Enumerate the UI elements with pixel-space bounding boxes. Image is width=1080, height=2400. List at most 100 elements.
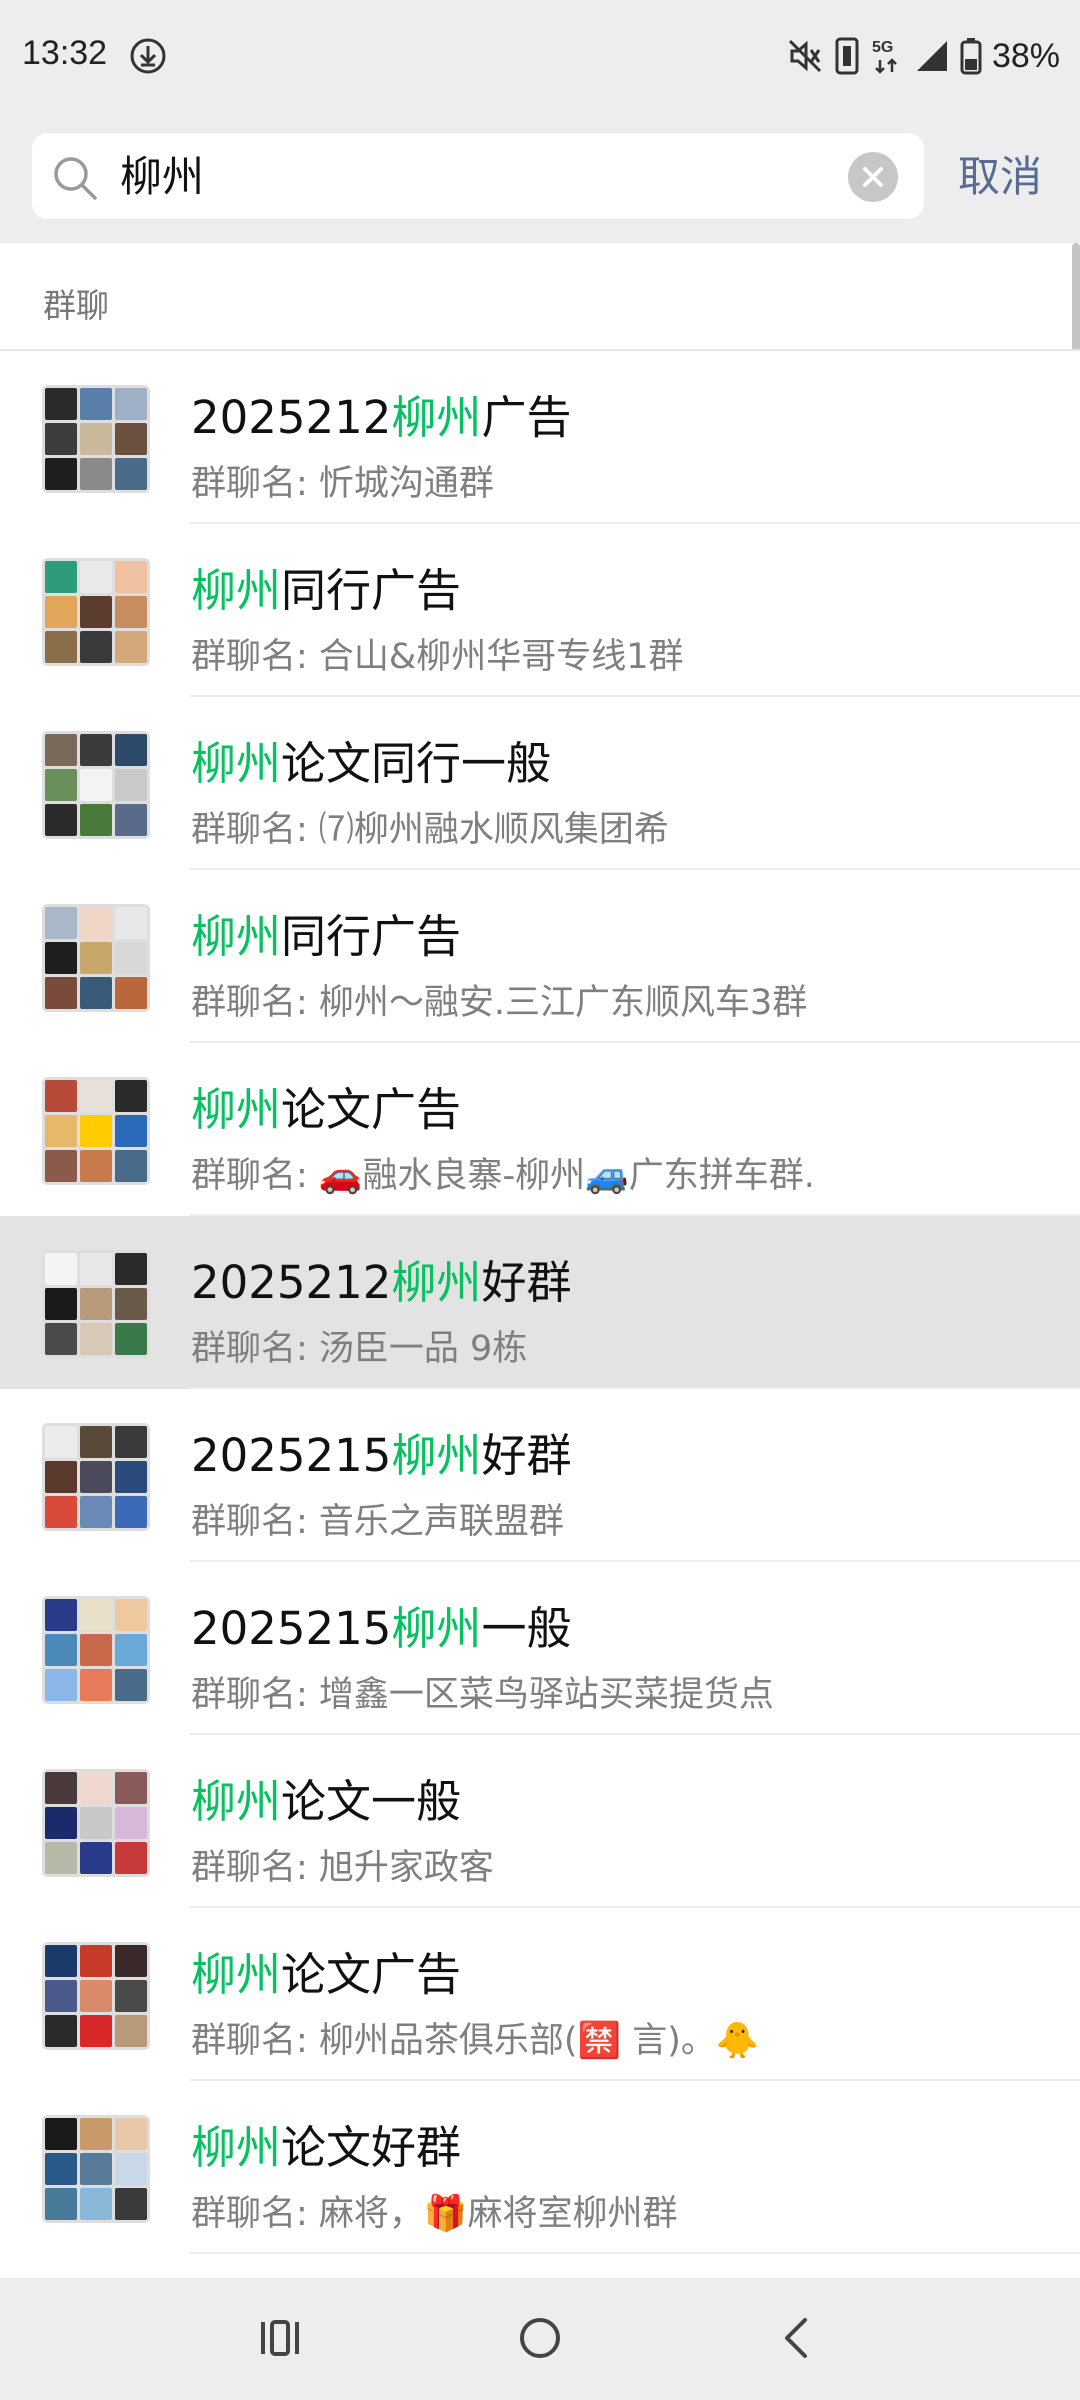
battery-percent: 38% bbox=[991, 36, 1060, 75]
title-text: 论文同行一般 bbox=[281, 737, 552, 790]
avatar-tile bbox=[80, 907, 112, 939]
avatar-tile bbox=[115, 1426, 147, 1458]
avatar-tile bbox=[45, 596, 77, 628]
group-subtitle: 群聊名: ⑺柳州融水顺风集团希 bbox=[191, 810, 669, 850]
avatar-tile bbox=[115, 1945, 147, 1977]
recents-button[interactable] bbox=[240, 2308, 320, 2368]
avatar-tile bbox=[45, 1842, 77, 1874]
group-row[interactable]: 柳州同行广告 群聊名: 柳州～融安.三江广东顺风车3群 bbox=[0, 870, 1080, 1043]
avatar-tile bbox=[115, 388, 147, 420]
keyword-highlight: 柳州 bbox=[191, 1083, 282, 1136]
keyword-highlight: 柳州 bbox=[191, 1948, 282, 2001]
keyword-highlight: 柳州 bbox=[391, 1256, 482, 1309]
download-icon bbox=[130, 38, 166, 74]
avatar-tile bbox=[115, 1634, 147, 1666]
avatar-tile bbox=[45, 1634, 77, 1666]
avatar-tile bbox=[45, 734, 77, 766]
avatar-tile bbox=[45, 423, 77, 455]
group-row[interactable]: 柳州同行广告群聊名: 合山&柳州华哥专线1群 bbox=[0, 524, 1080, 697]
group-subtitle: 群聊名: 增鑫一区菜鸟驿站买菜提货点 bbox=[191, 1675, 774, 1715]
avatar-tile bbox=[115, 1150, 147, 1182]
avatar-tile bbox=[115, 2188, 147, 2220]
title-text: 同行广告 bbox=[281, 910, 462, 963]
avatar-tile bbox=[80, 734, 112, 766]
avatar-tile bbox=[115, 1496, 147, 1528]
row-divider bbox=[190, 2252, 1080, 2254]
keyword-highlight: 柳州 bbox=[391, 1602, 482, 1655]
avatar-tile bbox=[45, 977, 77, 1009]
group-title: 柳州论文广告 bbox=[191, 1073, 461, 1138]
back-button[interactable] bbox=[756, 2308, 836, 2368]
group-subtitle: 群聊名: 柳州品茶俱乐部(🈲 言)。🐥 bbox=[191, 2021, 760, 2061]
group-avatar bbox=[42, 1596, 150, 1704]
avatar-tile bbox=[45, 1253, 77, 1285]
group-title: 柳州同行广告 bbox=[191, 900, 461, 965]
group-avatar bbox=[42, 385, 150, 493]
avatar-tile bbox=[80, 1599, 112, 1631]
avatar-tile bbox=[80, 942, 112, 974]
keyword-highlight: 柳州 bbox=[391, 391, 482, 444]
group-subtitle: 群聊名: 合山&柳州华哥专线1群 bbox=[191, 637, 684, 677]
group-title: 2025212柳州好群 bbox=[191, 1246, 571, 1311]
avatar-tile bbox=[115, 734, 147, 766]
search-box[interactable] bbox=[32, 133, 924, 221]
group-row[interactable]: 柳州论文广告 群聊名: 柳州品茶俱乐部(🈲 言)。🐥 bbox=[0, 1908, 1080, 2081]
avatar-tile bbox=[45, 458, 77, 490]
avatar-tile bbox=[115, 1080, 147, 1112]
group-avatar bbox=[42, 558, 150, 666]
group-avatar bbox=[42, 1942, 150, 2050]
avatar-tile bbox=[115, 1807, 147, 1839]
avatar-tile bbox=[80, 1980, 112, 2012]
group-subtitle: 群聊名: 汤臣一品 9栋 bbox=[191, 1329, 528, 1369]
avatar-tile bbox=[80, 1150, 112, 1182]
group-row[interactable]: 2025215柳州好群 群聊名: 音乐之声联盟群 bbox=[0, 1389, 1080, 1562]
group-row[interactable]: 柳州论文同行一般群聊名: ⑺柳州融水顺风集团希 bbox=[0, 697, 1080, 870]
group-title: 2025212柳州广告 bbox=[191, 381, 571, 446]
avatar-tile bbox=[80, 561, 112, 593]
avatar-tile bbox=[45, 1772, 77, 1804]
avatar-tile bbox=[115, 1980, 147, 2012]
avatar-tile bbox=[45, 1150, 77, 1182]
avatar-tile bbox=[80, 423, 112, 455]
group-row[interactable]: 柳州论文广告 群聊名: 🚗融水良寨-柳州🚙广东拼车群. bbox=[0, 1043, 1080, 1216]
avatar-tile bbox=[115, 596, 147, 628]
group-row[interactable]: 柳州论文一般 群聊名: 旭升家政客 bbox=[0, 1735, 1080, 1908]
avatar-tile bbox=[80, 769, 112, 801]
avatar-tile bbox=[45, 2188, 77, 2220]
avatar-tile bbox=[45, 631, 77, 663]
group-subtitle: 群聊名: 旭升家政客 bbox=[191, 1848, 494, 1888]
keyword-highlight: 柳州 bbox=[191, 1775, 282, 1828]
group-row[interactable]: 2025212柳州好群群聊名: 汤臣一品 9栋 bbox=[0, 1216, 1080, 1389]
clear-search-button[interactable] bbox=[848, 152, 898, 202]
avatar-tile bbox=[45, 1945, 77, 1977]
group-title: 柳州论文同行一般 bbox=[191, 727, 551, 792]
avatar-tile bbox=[80, 1080, 112, 1112]
cancel-button[interactable]: 取消 bbox=[958, 143, 1042, 204]
avatar-tile bbox=[115, 1115, 147, 1147]
avatar-tile bbox=[45, 1288, 77, 1320]
search-input[interactable] bbox=[118, 133, 842, 221]
group-subtitle: 群聊名: 忻城沟通群 bbox=[191, 464, 494, 504]
search-results[interactable]: 群聊 2025212柳州广告 群聊名: 忻城沟通群 柳州同行广告 群聊名: 合山&柳州… bbox=[0, 243, 1080, 2278]
title-text: 2025215 bbox=[191, 1602, 392, 1655]
avatar-tile bbox=[45, 1461, 77, 1493]
avatar-tile bbox=[115, 2118, 147, 2150]
group-title: 柳州同行广告 bbox=[191, 554, 461, 619]
group-row[interactable]: 2025212柳州广告群聊名: 忻城沟通群 bbox=[0, 351, 1080, 524]
group-row[interactable]: 2025215柳州一般 群聊名: 增鑫一区菜鸟驿站买菜提货点 bbox=[0, 1562, 1080, 1735]
home-button[interactable] bbox=[500, 2308, 580, 2368]
title-text: 好群 bbox=[481, 1256, 572, 1309]
section-title: 群聊 bbox=[43, 286, 109, 325]
avatar-tile bbox=[80, 1772, 112, 1804]
5g-icon: 5G bbox=[872, 39, 897, 74]
keyword-highlight: 柳州 bbox=[391, 1429, 482, 1482]
group-avatar bbox=[42, 1423, 150, 1531]
avatar-tile bbox=[80, 1945, 112, 1977]
group-row[interactable]: 柳州论文好群 群聊名: 麻将，🎁麻将室柳州群 bbox=[0, 2081, 1080, 2254]
avatar-tile bbox=[45, 2118, 77, 2150]
avatar-tile bbox=[115, 769, 147, 801]
avatar-tile bbox=[45, 942, 77, 974]
avatar-tile bbox=[80, 596, 112, 628]
title-text: 好群 bbox=[481, 1429, 572, 1482]
title-text: 同行广告 bbox=[281, 564, 462, 617]
